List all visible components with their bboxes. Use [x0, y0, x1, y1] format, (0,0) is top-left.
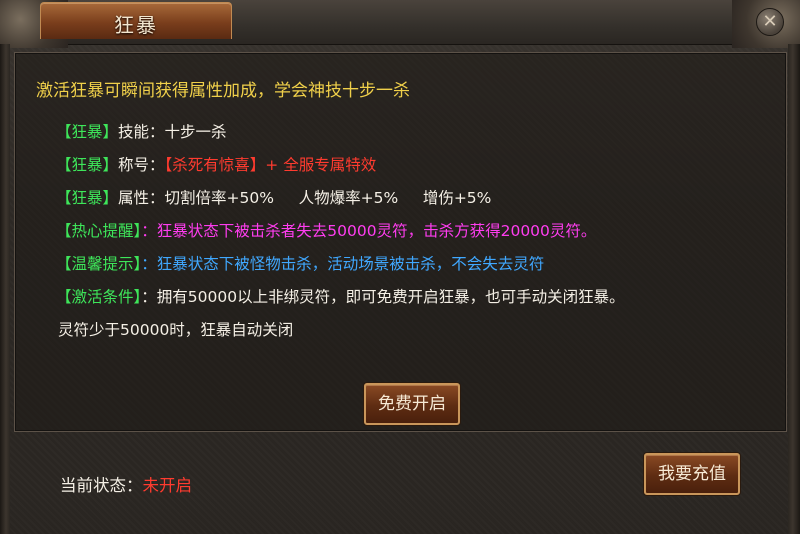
- line-value: 拥有50000以上非绑灵符，即可免费开启狂暴，也可手动关闭狂暴。: [156, 288, 625, 306]
- info-line-reminder: 【热心提醒】：狂暴状态下被击杀者失去50000灵符，击杀方获得20000灵符。: [56, 219, 596, 241]
- content-panel: [14, 52, 787, 432]
- info-line-skill: 【狂暴】技能：十步一杀: [56, 120, 227, 142]
- info-line-tip: 【温馨提示】：狂暴状态下被怪物击杀，活动场景被击杀，不会失去灵符: [56, 252, 544, 274]
- line-label: 属性：: [118, 189, 165, 207]
- rage-panel: 狂暴 ✕ 激活狂暴可瞬间获得属性加成，学会神技十步一杀 【狂暴】技能：十步一杀 …: [0, 0, 800, 534]
- info-line-title: 【狂暴】称号：【杀死有惊喜】+ 全服专属特效: [56, 153, 376, 175]
- line-label: ：: [141, 255, 157, 273]
- line-tag: 【狂暴】: [56, 189, 119, 207]
- title-tab: 狂暴: [40, 2, 232, 39]
- info-line-condition: 【激活条件】：拥有50000以上非绑灵符，即可免费开启狂暴，也可手动关闭狂暴。: [56, 285, 625, 307]
- headline: 激活狂暴可瞬间获得属性加成，学会神技十步一杀: [36, 81, 410, 101]
- close-button[interactable]: ✕: [756, 8, 784, 36]
- line-tag: 【狂暴】: [56, 123, 119, 141]
- recharge-button[interactable]: 我要充值: [644, 453, 740, 495]
- line-tag: 【激活条件】: [56, 288, 142, 306]
- status-value: 未开启: [142, 476, 193, 495]
- line-value: 【杀死有惊喜】+ 全服专属特效: [164, 156, 377, 174]
- window-title: 狂暴: [114, 13, 158, 37]
- line-tag: 【狂暴】: [56, 156, 119, 174]
- line-tag: 【温馨提示】: [56, 255, 142, 273]
- line-label: 技能：: [118, 123, 165, 141]
- free-open-button[interactable]: 免费开启: [364, 383, 460, 425]
- line-label: ：: [141, 222, 157, 240]
- close-icon: ✕: [762, 11, 778, 32]
- current-status: 当前状态：未开启: [60, 472, 192, 496]
- frame-border-left: [0, 44, 10, 534]
- line-value: 狂暴状态下被击杀者失去50000灵符，击杀方获得20000灵符。: [156, 222, 597, 240]
- frame-border-right: [788, 44, 800, 534]
- line-tag: 【热心提醒】: [56, 222, 142, 240]
- line-value: 切割倍率+50% 人物爆率+5% 增伤+5%: [164, 189, 492, 207]
- note-text: 灵符少于50000时，狂暴自动关闭: [58, 321, 294, 339]
- line-value: 狂暴状态下被怪物击杀，活动场景被击杀，不会失去灵符: [156, 255, 545, 273]
- info-line-attributes: 【狂暴】属性：切割倍率+50% 人物爆率+5% 增伤+5%: [56, 186, 491, 208]
- line-label: ：: [141, 288, 157, 306]
- status-label: 当前状态：: [60, 476, 143, 495]
- line-value: 十步一杀: [164, 123, 227, 141]
- line-label: 称号：: [118, 156, 165, 174]
